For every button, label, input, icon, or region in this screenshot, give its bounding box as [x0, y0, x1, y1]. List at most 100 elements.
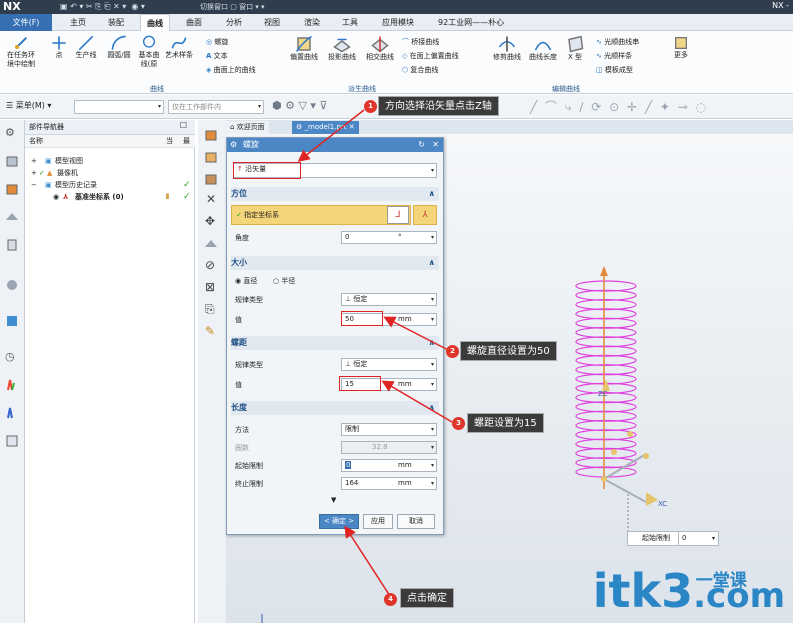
- tab-surface[interactable]: 曲面: [180, 14, 208, 31]
- window-switcher[interactable]: 切换窗口 ▢ 窗口 ▾ ▾: [200, 2, 265, 12]
- smooth-curve-string-button[interactable]: ∿ 光顺曲线串: [596, 37, 639, 47]
- col-current[interactable]: 当: [166, 135, 173, 148]
- tab-analysis[interactable]: 分析: [220, 14, 248, 31]
- more-button[interactable]: 更多: [670, 35, 692, 60]
- close-icon[interactable]: ✕: [206, 192, 216, 206]
- arc-circle-button[interactable]: 圆弧/圆: [104, 35, 134, 60]
- file-menu[interactable]: 文件(F): [0, 14, 52, 31]
- filter-scope-select[interactable]: 仅在工作部件内 ▾: [168, 100, 264, 114]
- section-orientation[interactable]: 方位 ∧: [231, 187, 439, 201]
- menu-button[interactable]: ☰ 菜单(M) ▾: [6, 100, 51, 111]
- production-line-button[interactable]: 生产线: [72, 35, 100, 60]
- surface-icon[interactable]: [204, 236, 218, 252]
- tab-curve[interactable]: 曲线: [140, 14, 170, 31]
- close-icon[interactable]: ✕: [432, 138, 439, 152]
- csys-manip-icon[interactable]: ⅃: [387, 206, 409, 224]
- expand-more-icon[interactable]: ▼: [331, 496, 336, 504]
- pencil-icon[interactable]: ✎: [205, 324, 215, 338]
- start-limit-input[interactable]: 0 mm ▾: [341, 459, 437, 472]
- end-limit-input[interactable]: 164 mm ▾: [341, 477, 437, 490]
- col-latest[interactable]: 最: [183, 135, 190, 148]
- cube-icon[interactable]: [204, 128, 218, 144]
- clock-icon[interactable]: ◷: [5, 350, 19, 364]
- tab-applications[interactable]: 应用模块: [376, 14, 420, 31]
- sketch-in-task-button[interactable]: 在任务环境中绘制: [4, 35, 38, 69]
- law-type-select[interactable]: ⊥ 恒定 ▾: [341, 293, 437, 306]
- limit-value[interactable]: 0: [678, 532, 716, 545]
- offset-curve-button[interactable]: 偏置曲线: [286, 35, 322, 62]
- snap-tools[interactable]: ╱ ⌒ ⤷ ∕ ⟳ ⊙ ✛ ╱ ✦ ⊸ ◌: [530, 98, 708, 115]
- box-icon[interactable]: ⊠: [205, 280, 215, 294]
- move-icon[interactable]: ✥: [205, 214, 215, 228]
- radio-diameter[interactable]: ◉ 直径: [235, 276, 257, 286]
- pitch-law-select[interactable]: ⊥ 恒定 ▾: [341, 358, 437, 371]
- tree-row-datum-csys[interactable]: ◉ ⅄ 基准坐标系 (0) ⫴ ✓: [25, 191, 195, 204]
- ok-button[interactable]: < 确定 >: [319, 514, 359, 529]
- art-spline-button[interactable]: 艺术样条: [164, 35, 194, 60]
- part-navigator-icon[interactable]: [5, 182, 19, 196]
- close-icon[interactable]: ✕: [349, 123, 355, 131]
- reuse-library-icon[interactable]: [5, 210, 19, 224]
- tab-home[interactable]: 主页: [64, 14, 92, 31]
- history-icon[interactable]: [5, 314, 19, 328]
- point-button[interactable]: 点: [50, 35, 68, 60]
- intersect-curve-button[interactable]: 相交曲线: [362, 35, 398, 62]
- step-badge-2: 2: [446, 345, 459, 358]
- pitch-unit: mm: [398, 380, 412, 388]
- selection-tools[interactable]: ⬢ ⚙ ▽ ▾ ⊽: [272, 99, 327, 112]
- base-curve-button[interactable]: 基本曲线(原: [136, 35, 162, 69]
- section-size[interactable]: 大小 ∧: [231, 256, 439, 270]
- hd3d-icon[interactable]: [5, 238, 19, 252]
- col-name[interactable]: 名称: [29, 135, 43, 148]
- curve-on-surface-button[interactable]: ◈ 曲面上的曲线: [206, 65, 256, 75]
- text-button[interactable]: A 文本: [206, 51, 228, 61]
- specify-csys-row[interactable]: ✓ 指定坐标系: [231, 205, 411, 225]
- composite-curve-button[interactable]: ⬡ 复合曲线: [402, 65, 438, 75]
- assembly-navigator-icon[interactable]: [5, 154, 19, 168]
- web-browser-icon[interactable]: [5, 278, 19, 292]
- x-form-button[interactable]: X 型: [562, 35, 588, 62]
- roles-icon[interactable]: [5, 434, 19, 448]
- angle-input[interactable]: 0 ° ▾: [341, 231, 437, 244]
- tab-assembly[interactable]: 装配: [102, 14, 130, 31]
- cancel-button[interactable]: 取消: [397, 514, 435, 529]
- offset-in-face-button[interactable]: ◇ 在面上偏置曲线: [402, 51, 459, 61]
- start-limit-screen-input[interactable]: 起始限制 0 ▾: [627, 531, 719, 546]
- section-length[interactable]: 长度 ∧: [231, 401, 439, 415]
- callout-4: 点击确定: [400, 588, 454, 608]
- bridge-curve-button[interactable]: ⌒ 桥接曲线: [402, 37, 439, 47]
- filter-type-select[interactable]: ▾: [74, 100, 164, 114]
- tab-render[interactable]: 渲染: [298, 14, 326, 31]
- system-materials-icon[interactable]: [5, 378, 19, 392]
- maximize-icon[interactable]: ☐: [180, 121, 187, 130]
- tab-view[interactable]: 视图: [258, 14, 286, 31]
- curve-length-button[interactable]: 曲线长度: [526, 35, 560, 62]
- helix-turn: [575, 289, 637, 301]
- trim-curve-button[interactable]: 修剪曲线: [490, 35, 524, 62]
- cube-remove-icon[interactable]: [204, 172, 218, 188]
- method-select[interactable]: 限制 ▾: [341, 423, 437, 436]
- reset-icon[interactable]: ↻: [418, 138, 425, 152]
- csys-dialog-icon[interactable]: ⅄: [413, 205, 437, 225]
- hide-icon[interactable]: ⊘: [205, 258, 215, 272]
- template-shape-button[interactable]: ◫ 模板成型: [596, 65, 633, 75]
- page-add-icon[interactable]: ⎘: [205, 302, 215, 317]
- filter-scope-text: 仅在工作部件内: [172, 103, 221, 111]
- visibility-icon[interactable]: ◉: [53, 191, 59, 204]
- tab-model[interactable]: ⚙ _model1.prt ✕: [292, 121, 359, 134]
- apply-button[interactable]: 应用: [363, 514, 393, 529]
- smooth-spline-button[interactable]: ∿ 光顺样条: [596, 51, 632, 61]
- csys-origin: [601, 476, 607, 482]
- tab-92-industry[interactable]: 92工业网——朴心: [432, 14, 510, 31]
- helix-button[interactable]: ◎ 螺旋: [206, 37, 228, 47]
- tab-welcome[interactable]: ⌂ 欢迎页面: [226, 121, 269, 134]
- radio-radius[interactable]: ○ 半径: [273, 276, 295, 286]
- quick-access-toolbar[interactable]: ▣ ↶ ▾ ✂ ⎘ ⎗ ✕ ▾ ◉ ▾: [60, 2, 145, 12]
- gear-icon[interactable]: ⚙: [5, 126, 19, 140]
- section-pitch[interactable]: 螺距 ∧: [231, 336, 439, 350]
- process-studio-icon[interactable]: [5, 406, 19, 420]
- cube-edit-icon[interactable]: [204, 150, 218, 166]
- project-curve-button[interactable]: 投影曲线: [324, 35, 360, 62]
- dialog-title-bar[interactable]: ⚙ 螺旋 ↻ ✕: [227, 138, 443, 152]
- tab-tools[interactable]: 工具: [336, 14, 364, 31]
